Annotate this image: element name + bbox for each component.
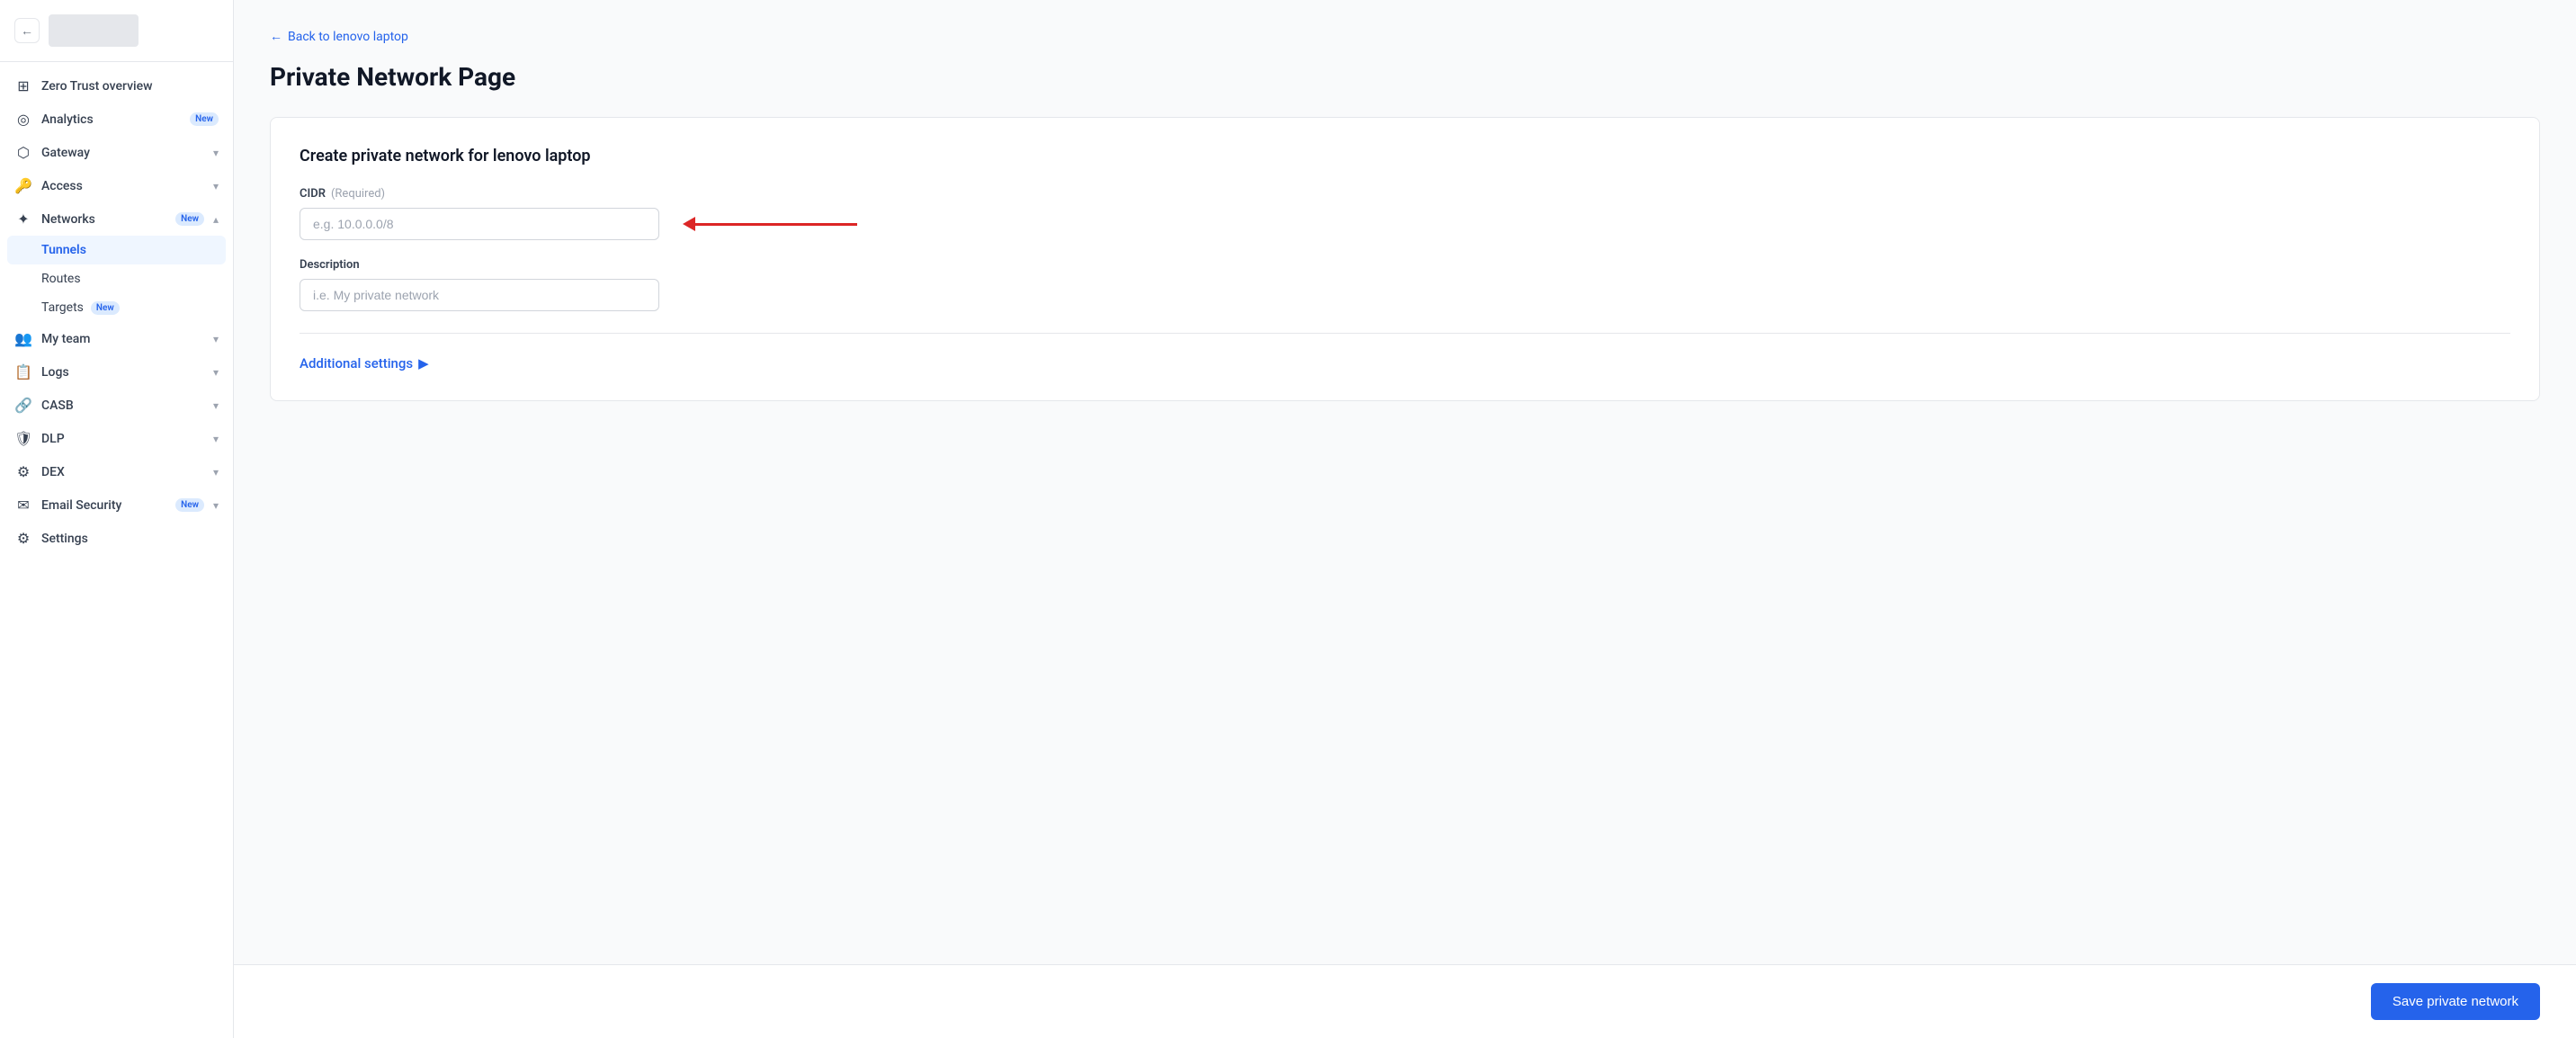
sidebar-item-label: Networks bbox=[41, 212, 166, 227]
form-card: Create private network for lenovo laptop… bbox=[270, 117, 2540, 401]
sidebar-item-label: Gateway bbox=[41, 146, 204, 160]
routes-label: Routes bbox=[41, 272, 81, 286]
chevron-down-icon: ▾ bbox=[213, 333, 219, 345]
tunnels-label: Tunnels bbox=[41, 243, 86, 257]
gateway-icon: ⬡ bbox=[14, 144, 32, 161]
cidr-input-container bbox=[300, 208, 659, 240]
analytics-badge: New bbox=[190, 112, 219, 126]
chevron-down-icon: ▾ bbox=[213, 499, 219, 512]
chevron-down-icon: ▾ bbox=[213, 433, 219, 445]
description-form-group: Description bbox=[300, 258, 2510, 311]
sidebar-item-label: Settings bbox=[41, 532, 219, 546]
save-private-network-button[interactable]: Save private network bbox=[2371, 983, 2540, 1020]
access-icon: 🔑 bbox=[14, 177, 32, 194]
analytics-icon: ◎ bbox=[14, 111, 32, 128]
chevron-down-icon: ▾ bbox=[213, 147, 219, 159]
networks-badge: New bbox=[175, 212, 204, 226]
sidebar-item-access[interactable]: 🔑 Access ▾ bbox=[0, 169, 233, 202]
networks-icon: ✦ bbox=[14, 210, 32, 228]
cidr-required: (Required) bbox=[331, 187, 385, 201]
chevron-down-icon: ▾ bbox=[213, 466, 219, 479]
sidebar-item-label: Logs bbox=[41, 365, 204, 380]
cidr-form-group: CIDR (Required) bbox=[300, 187, 2510, 240]
sidebar-item-label: DEX bbox=[41, 465, 204, 479]
breadcrumb-arrow: ← bbox=[270, 29, 282, 44]
arrow-line bbox=[695, 223, 857, 226]
sidebar-item-email-security[interactable]: ✉ Email Security New ▾ bbox=[0, 488, 233, 522]
card-title: Create private network for lenovo laptop bbox=[300, 147, 2510, 166]
breadcrumb[interactable]: ← Back to lenovo laptop bbox=[270, 29, 2540, 44]
cidr-input[interactable] bbox=[300, 208, 659, 240]
chevron-down-icon: ▾ bbox=[213, 180, 219, 192]
sidebar-item-targets[interactable]: Targets New bbox=[0, 293, 233, 322]
casb-icon: 🔗 bbox=[14, 397, 32, 414]
settings-icon: ⚙ bbox=[14, 530, 32, 547]
dlp-icon: 🛡 bbox=[14, 430, 32, 447]
chevron-down-icon: ▾ bbox=[213, 366, 219, 379]
sidebar-item-my-team[interactable]: 👥 My team ▾ bbox=[0, 322, 233, 355]
sidebar-item-dlp[interactable]: 🛡 DLP ▾ bbox=[0, 422, 233, 455]
email-security-icon: ✉ bbox=[14, 497, 32, 514]
sidebar-item-label: My team bbox=[41, 332, 204, 346]
sidebar-item-analytics[interactable]: ◎ Analytics New bbox=[0, 103, 233, 136]
sidebar: ← ⊞ Zero Trust overview ◎ Analytics New … bbox=[0, 0, 234, 1038]
email-security-badge: New bbox=[175, 498, 204, 512]
sidebar-item-settings[interactable]: ⚙ Settings bbox=[0, 522, 233, 555]
main-inner: ← Back to lenovo laptop Private Network … bbox=[234, 0, 2576, 964]
sidebar-item-dex[interactable]: ⚙ DEX ▾ bbox=[0, 455, 233, 488]
main-content: ← Back to lenovo laptop Private Network … bbox=[234, 0, 2576, 1038]
breadcrumb-text: Back to lenovo laptop bbox=[288, 30, 408, 44]
sidebar-item-routes[interactable]: Routes bbox=[0, 264, 233, 293]
arrow-head bbox=[683, 217, 695, 231]
description-label: Description bbox=[300, 258, 2510, 272]
sidebar-header: ← bbox=[0, 0, 233, 62]
dex-icon: ⚙ bbox=[14, 463, 32, 480]
sidebar-item-casb[interactable]: 🔗 CASB ▾ bbox=[0, 389, 233, 422]
annotation-arrow bbox=[683, 217, 857, 231]
logs-icon: 📋 bbox=[14, 363, 32, 380]
sidebar-nav: ⊞ Zero Trust overview ◎ Analytics New ⬡ … bbox=[0, 62, 233, 1038]
sidebar-item-label: DLP bbox=[41, 432, 204, 446]
sidebar-item-label: Zero Trust overview bbox=[41, 79, 219, 94]
sidebar-item-tunnels[interactable]: Tunnels bbox=[7, 236, 226, 264]
chevron-up-icon: ▴ bbox=[213, 213, 219, 226]
form-divider bbox=[300, 333, 2510, 334]
chevron-right-icon: ▶ bbox=[418, 355, 429, 371]
targets-badge: New bbox=[91, 301, 120, 315]
sidebar-item-label: CASB bbox=[41, 398, 204, 413]
cidr-label: CIDR (Required) bbox=[300, 187, 2510, 201]
account-logo bbox=[49, 14, 139, 47]
sidebar-item-logs[interactable]: 📋 Logs ▾ bbox=[0, 355, 233, 389]
sidebar-item-label: Email Security bbox=[41, 498, 166, 513]
my-team-icon: 👥 bbox=[14, 330, 32, 347]
sidebar-item-networks[interactable]: ✦ Networks New ▴ bbox=[0, 202, 233, 236]
back-button[interactable]: ← bbox=[14, 18, 40, 43]
chevron-down-icon: ▾ bbox=[213, 399, 219, 412]
sidebar-item-label: Analytics bbox=[41, 112, 181, 127]
description-input[interactable] bbox=[300, 279, 659, 311]
zero-trust-icon: ⊞ bbox=[14, 77, 32, 94]
footer: Save private network bbox=[234, 964, 2576, 1038]
targets-label: Targets bbox=[41, 300, 84, 315]
additional-settings-label: Additional settings bbox=[300, 355, 413, 371]
page-title: Private Network Page bbox=[270, 62, 2540, 92]
additional-settings-toggle[interactable]: Additional settings ▶ bbox=[300, 355, 2510, 371]
sidebar-item-label: Access bbox=[41, 179, 204, 193]
sidebar-item-gateway[interactable]: ⬡ Gateway ▾ bbox=[0, 136, 233, 169]
sidebar-item-zero-trust[interactable]: ⊞ Zero Trust overview bbox=[0, 69, 233, 103]
